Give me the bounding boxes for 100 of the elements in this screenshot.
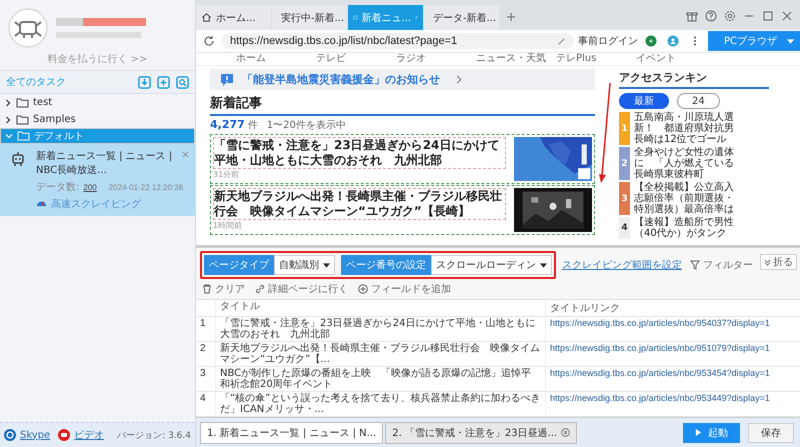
extension-icon[interactable] <box>644 35 657 47</box>
caret-icon[interactable] <box>540 262 547 268</box>
chevron-icon[interactable] <box>4 98 12 106</box>
task-title[interactable]: 新着ニュース一覧 | ニュース | NBC長崎放送... <box>36 149 178 177</box>
ranking-article[interactable]: 全身やけど女性の遺体 に 「人が燃えている 長崎県東彼杵町 <box>634 147 734 180</box>
data-count-label: データ数: <box>36 181 80 194</box>
toolbar-button[interactable]: 詳細ページに行く <box>253 282 350 296</box>
maximize-icon[interactable] <box>762 10 774 22</box>
rank-number: 2 <box>619 147 630 180</box>
add-icon[interactable] <box>358 284 368 294</box>
add-task-icon[interactable] <box>157 76 170 88</box>
toolbar-button[interactable]: フィルター <box>688 258 755 272</box>
footer-link[interactable]: Skype <box>20 430 50 440</box>
count-unit: 件 <box>248 119 258 132</box>
table-cell: 「雪に警戒・注意を」23日昼過ぎから24日にかけて平地・山地ともに大雪のおそれ 九州北部 <box>216 317 546 341</box>
article-headline[interactable]: 「雪に警戒・注意を」23日昼過ぎから24日にかけて平地・山地ともに大雪のおそれ 九州北部 <box>213 137 506 169</box>
ranking-heading: アクセスランキン <box>619 66 769 89</box>
caret-icon[interactable] <box>323 262 330 268</box>
help-icon[interactable] <box>705 10 717 22</box>
row-number: 3 <box>196 367 216 391</box>
page-type-select[interactable]: 自動識別 <box>274 255 335 275</box>
new-tab-icon[interactable] <box>506 12 516 22</box>
table-cell: 新天地ブラジルへ出発！長崎県主催・ブラジル移民壮行会 映像タイムマシーン“ユウガク”【... <box>216 342 546 366</box>
settings-icon[interactable] <box>724 10 736 22</box>
article-headline[interactable]: 新天地ブラジルへ出発！長崎県主催・ブラジル移民壮行会 映像タイムマシーン“ユウガク”【長崎】 <box>213 188 506 220</box>
link-cell[interactable]: https://newsdig.tbs.co.jp/articles/nbc/951079?display=1 <box>546 342 800 366</box>
notice-icon <box>220 72 234 86</box>
reload-icon[interactable] <box>203 35 215 47</box>
link-cell[interactable]: https://newsdig.tbs.co.jp/articles/nbc/953454?display=1 <box>546 367 800 391</box>
toolbar-button[interactable]: クリア <box>200 282 247 296</box>
play-icon[interactable] <box>695 429 702 436</box>
link-cell[interactable]: https://newsdig.tbs.co.jp/articles/nbc/953449?display=1 <box>546 392 800 416</box>
rank-number: 3 <box>619 182 630 215</box>
close-icon[interactable] <box>561 428 570 437</box>
import-icon[interactable] <box>138 76 151 88</box>
folder-item[interactable]: Samples <box>0 111 195 128</box>
user-icon[interactable] <box>666 35 679 47</box>
result-tab[interactable]: 1. 新着ニュース一覧 | ニュース | N... <box>200 422 384 444</box>
table-cell: 「“核の傘”という誤った考えを捨て去り、核兵器禁止条約に加わるべきだ」ICANメリッサ・... <box>216 392 546 416</box>
search-icon[interactable] <box>176 76 189 88</box>
chevron-icon[interactable] <box>4 116 12 124</box>
range-link[interactable]: スクレイピング範囲を設定 <box>562 258 682 272</box>
site-nav-link[interactable]: テレビ <box>316 53 396 65</box>
link-cell[interactable]: https://newsdig.tbs.co.jp/articles/nbc/954037?display=1 <box>546 317 800 341</box>
notice-banner[interactable]: 「能登半島地震災害義援金」のお知らせ <box>210 69 595 90</box>
browser-mode-button[interactable]: PCブラウザ <box>708 31 800 51</box>
ranking-article[interactable]: 五島南高・川原琉人選 新！ 都道府県対抗男 長崎は12位でゴール <box>634 112 734 145</box>
pencil-icon[interactable] <box>556 36 566 46</box>
skype-icon[interactable] <box>4 429 16 441</box>
filter-icon[interactable] <box>690 260 700 270</box>
article-time: 31分前 <box>213 170 240 180</box>
video-play-icon[interactable] <box>58 429 70 441</box>
link-icon[interactable] <box>255 284 265 294</box>
double-chevron-icon[interactable] <box>764 258 771 266</box>
version-text: バージョン: 3.6.4 <box>117 430 191 442</box>
article-time: 1時間前 <box>213 221 244 231</box>
site-nav-link[interactable]: ラジオ <box>396 53 476 65</box>
rank-number: 4 <box>619 217 630 239</box>
site-nav-link[interactable]: ホーム <box>236 53 316 65</box>
data-count-link[interactable]: 200 <box>83 182 97 192</box>
scrape-mode: 高速スクレイピング <box>51 198 141 211</box>
close-icon[interactable] <box>781 10 793 22</box>
pagination-select[interactable]: スクロールローディン <box>431 255 552 275</box>
task-date: 2024-01-22 12:20:38 <box>108 182 184 192</box>
start-button[interactable]: 起動 <box>683 422 740 442</box>
pagination-label: ページ番号の設定 <box>341 255 431 275</box>
count-range: 1〜20件を表示中 <box>266 118 346 132</box>
gift-icon[interactable] <box>686 10 698 22</box>
section-heading: 新着記事 <box>210 94 595 116</box>
ranking-tab[interactable]: 最新 <box>619 93 669 109</box>
browser-tab[interactable]: 実行中-新着... <box>272 5 347 30</box>
ranking-article[interactable]: 【全校掲載】公立高入 志願倍率（前期選抜・ 特別選抜）最高倍率は <box>634 182 734 215</box>
ranking-tab[interactable]: 24 <box>677 93 720 109</box>
table-cell: NBCが制作した原爆の番組を上映 「映像が語る原爆の記憶」追悼平和祈念館20周年イベント <box>216 367 546 391</box>
browser-tab[interactable]: データ-新着... <box>424 5 499 30</box>
footer-link[interactable]: ビデオ <box>74 428 104 442</box>
browser-tab[interactable]: ホーム... <box>196 5 271 30</box>
collapse-button[interactable]: 折る <box>760 254 797 270</box>
site-nav-link[interactable]: ニュース・天気 <box>476 53 556 65</box>
url-field[interactable]: https://newsdig.tbs.co.jp/list/nbc/latest?page=1 <box>222 33 574 49</box>
folder-item[interactable]: test <box>0 94 195 111</box>
close-icon[interactable] <box>182 151 189 158</box>
site-nav-link[interactable]: イベント <box>636 53 716 65</box>
robot-avatar-icon <box>8 8 48 48</box>
robot-icon <box>10 151 26 167</box>
folder-icon <box>16 98 29 108</box>
chevron-icon <box>456 75 462 84</box>
toolbar-button[interactable]: フィールドを追加 <box>356 282 453 296</box>
site-nav-link[interactable]: テレPlus <box>556 53 636 65</box>
rank-number: 1 <box>619 112 630 145</box>
article-count: 4,277 <box>210 118 245 131</box>
column-header: タイトルリンク <box>549 302 621 316</box>
folder-icon <box>17 131 30 141</box>
trash-icon[interactable] <box>202 284 212 294</box>
save-button[interactable]: 保存 <box>748 422 794 442</box>
section-title: 全てのタスク <box>6 76 67 89</box>
row-number: 4 <box>196 392 216 416</box>
result-tab[interactable]: 2. 「雪に警戒・注意を」23日昼過... <box>385 422 578 444</box>
ranking-article[interactable]: 【速報】造船所で男性 （40代か）がタンク <box>634 217 734 239</box>
pre-login-button[interactable]: 事前ログイン <box>578 34 638 48</box>
